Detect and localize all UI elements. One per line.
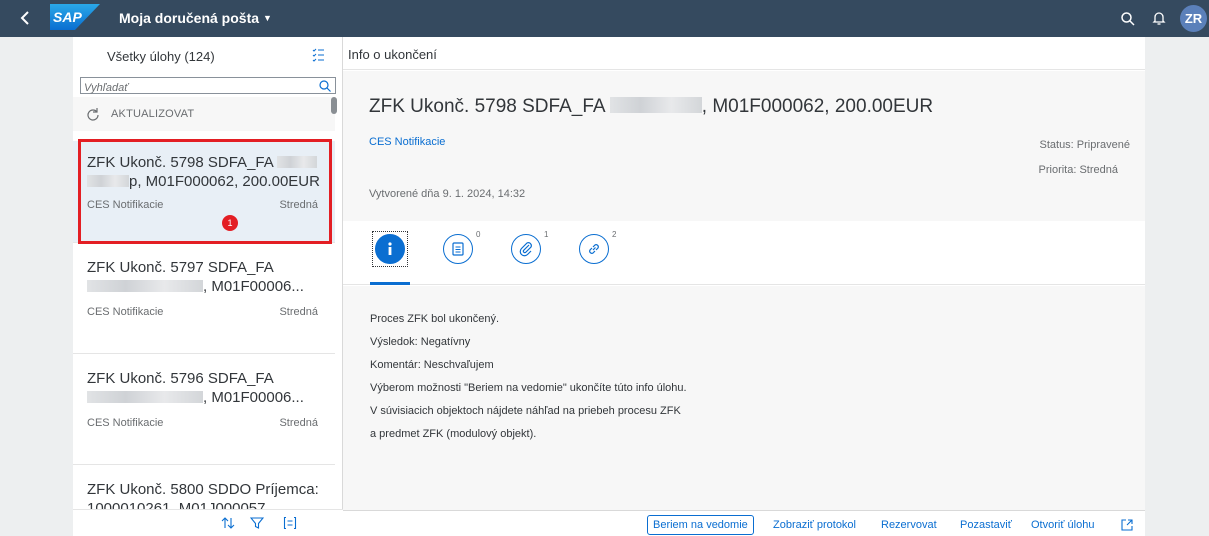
task-list-footer	[73, 509, 343, 536]
content-line: Výsledok: Negatívny	[370, 336, 471, 348]
detail-footer-toolbar: Beriem na vedomie Zobraziť protokol Reze…	[343, 510, 1145, 536]
task-list-item[interactable]: ZFK Ukonč. 5797 SDFA_FA , M01F00006... C…	[73, 243, 335, 354]
created-date: Vytvorené dňa 9. 1. 2024, 14:32	[369, 188, 526, 200]
task-title-line1: ZFK Ukonč. 5796 SDFA_FA	[87, 370, 274, 387]
step-marker-badge: 1	[222, 215, 238, 231]
content-line: a predmet ZFK (modulový objekt).	[370, 428, 537, 440]
object-title: ZFK Ukonč. 5798 SDFA_FA , M01F000062, 20…	[369, 96, 934, 117]
refresh-icon	[87, 108, 99, 121]
detail-header: Info o ukončení	[343, 37, 1145, 70]
content-line: Komentár: Neschvaľujem	[370, 359, 494, 371]
redacted-text	[609, 97, 702, 113]
priority-text: Priorita: Stredná	[1038, 164, 1118, 176]
tab-notes[interactable]: 0	[443, 230, 480, 264]
task-detail-panel: Info o ukončení ZFK Ukonč. 5798 SDFA_FA …	[343, 37, 1145, 536]
task-title-line2: 1000010261, M01J000057	[87, 500, 266, 509]
info-icon	[388, 242, 392, 255]
back-icon[interactable]	[16, 8, 36, 28]
search-icon[interactable]	[1119, 10, 1137, 28]
app-title[interactable]: Moja doručená pošta ▼	[119, 10, 272, 26]
task-title-line2: , M01F00006...	[203, 389, 304, 406]
search-field[interactable]	[80, 77, 336, 96]
selection-highlight-frame	[78, 139, 332, 244]
attachments-count: 1	[544, 230, 549, 239]
suspend-button[interactable]: Pozastaviť	[954, 515, 1018, 535]
scrollbar-thumb[interactable]	[331, 97, 337, 114]
task-list-panel: Všetky úlohy (124) AKTUALIZOVAT ZFK Ukon…	[73, 37, 343, 536]
related-objects-count: 2	[612, 230, 617, 239]
task-category: CES Notifikacie	[87, 417, 164, 429]
content-line: Výberom možnosti "Beriem na vedomie" uko…	[370, 382, 687, 394]
task-list-item[interactable]: ZFK Ukonč. 5800 SDDO Príjemca: 100001026…	[73, 465, 335, 509]
attachment-icon	[519, 242, 532, 257]
detail-title: Info o ukončení	[348, 47, 437, 62]
open-task-button[interactable]: Otvoriť úlohu	[1025, 515, 1100, 535]
sort-icon[interactable]	[221, 516, 235, 530]
chevron-down-icon[interactable]: ▼	[263, 13, 272, 23]
active-tab-indicator	[370, 282, 410, 285]
refresh-label: AKTUALIZOVAT	[111, 108, 195, 120]
task-title-line2: , M01F00006...	[203, 278, 304, 295]
notes-count: 0	[476, 230, 481, 239]
task-priority: Stredná	[279, 306, 318, 318]
search-icon[interactable]	[318, 79, 332, 93]
refresh-row[interactable]: AKTUALIZOVAT	[73, 97, 335, 131]
sort-list-icon[interactable]	[311, 47, 325, 63]
task-list-title: Všetky úlohy (124)	[107, 49, 215, 64]
status-text: Status: Pripravené	[1039, 139, 1131, 151]
content-line: V súvisiacich objektoch nájdete náhľad n…	[370, 405, 681, 417]
category-link[interactable]: CES Notifikacie	[369, 136, 445, 148]
task-priority: Stredná	[279, 417, 318, 429]
tab-related-objects[interactable]: 2	[579, 230, 616, 264]
task-title-line1: ZFK Ukonč. 5800 SDDO Príjemca:	[87, 481, 319, 498]
group-icon[interactable]	[283, 516, 297, 530]
user-avatar[interactable]: ZR	[1180, 5, 1207, 32]
content-line: Proces ZFK bol ukončený.	[370, 313, 500, 325]
search-input[interactable]	[81, 80, 309, 96]
sap-logo[interactable]: SAP	[50, 4, 100, 30]
info-content: Proces ZFK bol ukončený. Výsledok: Negat…	[343, 286, 1145, 510]
acknowledge-button[interactable]: Beriem na vedomie	[647, 515, 754, 535]
redacted-text	[87, 391, 203, 403]
tab-info[interactable]	[375, 234, 405, 264]
task-list-header: Všetky úlohy (124)	[73, 37, 343, 75]
svg-text:SAP: SAP	[53, 9, 82, 25]
task-title-line1: ZFK Ukonč. 5797 SDFA_FA	[87, 259, 274, 276]
task-list-item[interactable]: ZFK Ukonč. 5796 SDFA_FA , M01F00006... C…	[73, 354, 335, 465]
tab-attachments[interactable]: 1	[511, 230, 548, 264]
right-gutter	[1145, 37, 1209, 536]
filter-icon[interactable]	[250, 516, 264, 530]
reserve-button[interactable]: Rezervovat	[875, 515, 943, 535]
task-category: CES Notifikacie	[87, 306, 164, 318]
notifications-bell-icon[interactable]	[1150, 9, 1168, 27]
notes-icon	[452, 242, 464, 256]
object-header: ZFK Ukonč. 5798 SDFA_FA , M01F000062, 20…	[343, 71, 1145, 221]
link-icon	[589, 244, 599, 254]
share-icon[interactable]	[1120, 518, 1134, 532]
shell-bar: SAP Moja doručená pošta ▼ ZR	[0, 0, 1209, 37]
redacted-text	[87, 280, 203, 292]
icon-tab-bar: 0 1 2	[343, 221, 1145, 285]
show-log-button[interactable]: Zobraziť protokol	[767, 515, 862, 535]
